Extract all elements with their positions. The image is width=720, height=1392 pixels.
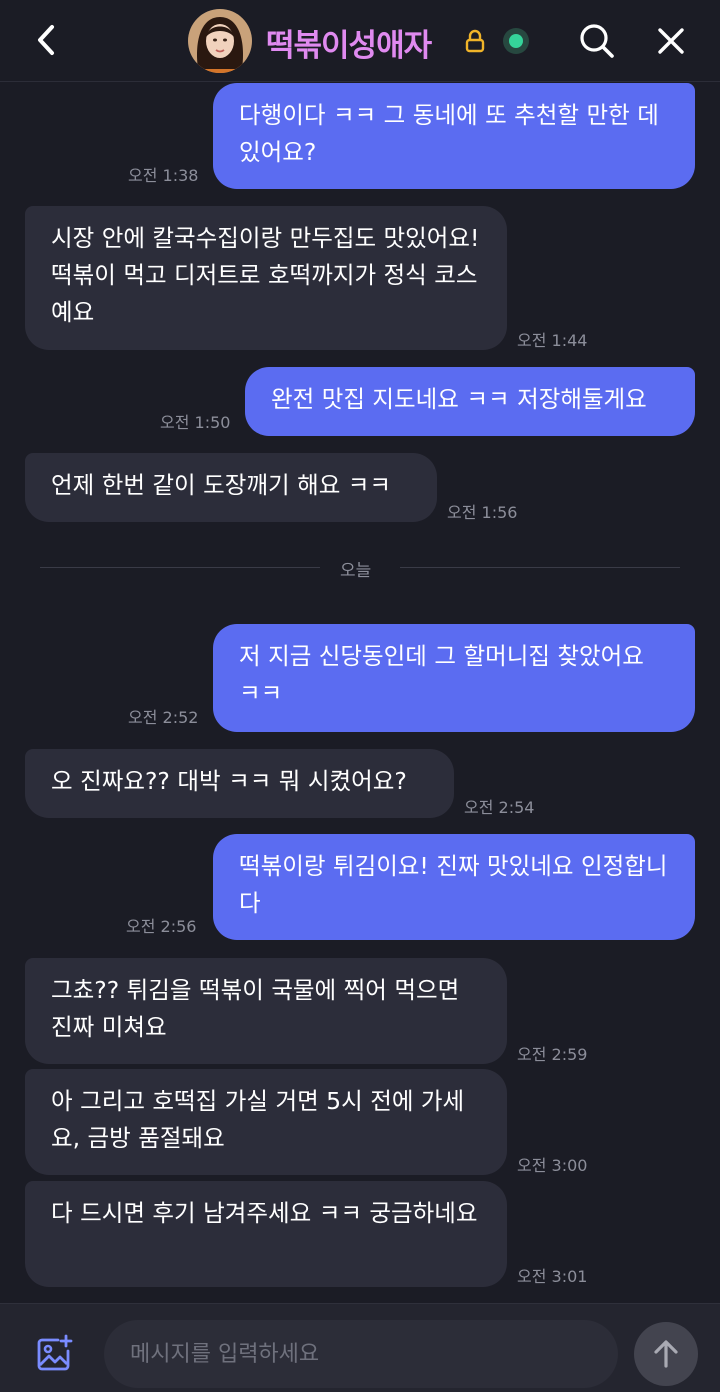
message-input[interactable] xyxy=(104,1320,618,1388)
received-message[interactable]: 오 진짜요?? 대박 ㅋㅋ 뭐 시켰어요? xyxy=(25,749,454,818)
received-message[interactable]: 언제 한번 같이 도장깨기 해요 ㅋㅋ xyxy=(25,453,437,522)
online-status-icon xyxy=(503,28,529,54)
add-photo-button[interactable] xyxy=(34,1334,74,1374)
received-message[interactable]: 다 드시면 후기 남겨주세요 ㅋㅋ 궁금하네요 xyxy=(25,1181,507,1287)
date-divider-line xyxy=(400,567,680,568)
date-divider-label: 오늘 xyxy=(340,561,372,581)
received-message[interactable]: 그쵸?? 튀김을 떡볶이 국물에 찍어 먹으면 진짜 미쳐요 xyxy=(25,958,507,1064)
message-time: 오전 3:00 xyxy=(517,1156,588,1175)
message-time: 오전 2:52 xyxy=(128,708,199,727)
back-arrow-icon xyxy=(38,25,54,55)
close-button[interactable] xyxy=(654,24,688,58)
add-photo-icon xyxy=(37,1334,73,1371)
sent-message[interactable]: 다행이다 ㅋㅋ 그 동네에 또 추천할 만한 데 있어요? xyxy=(213,83,695,189)
send-arrow-icon xyxy=(654,1340,678,1368)
received-message[interactable]: 시장 안에 칼국수집이랑 만두집도 맛있어요! 떡볶이 먹고 디저트로 호떡까지… xyxy=(25,206,507,350)
chat-title[interactable]: 떡볶이성애자 xyxy=(266,20,432,65)
message-time: 오전 2:59 xyxy=(517,1045,588,1064)
sent-message[interactable]: 완전 맛집 지도네요 ㅋㅋ 저장해둘게요 xyxy=(245,367,695,436)
avatar[interactable] xyxy=(188,9,252,73)
message-time: 오전 3:01 xyxy=(517,1267,588,1286)
received-message[interactable]: 아 그리고 호떡집 가실 거면 5시 전에 가세요, 금방 품절돼요 xyxy=(25,1069,507,1175)
search-icon xyxy=(580,24,614,58)
chat-header: 떡볶이성애자 xyxy=(0,0,720,82)
back-button[interactable] xyxy=(28,22,64,58)
date-divider-line xyxy=(40,567,320,568)
sent-message[interactable]: 저 지금 신당동인데 그 할머니집 찾았어요 ㅋㅋ xyxy=(213,624,695,732)
close-icon xyxy=(658,28,684,54)
message-time: 오전 1:38 xyxy=(128,166,199,185)
message-time: 오전 2:54 xyxy=(464,798,535,817)
message-time: 오전 2:56 xyxy=(126,917,197,936)
sent-message[interactable]: 떡볶이랑 튀김이요! 진짜 맛있네요 인정합니다 xyxy=(213,834,695,940)
send-button[interactable] xyxy=(634,1322,698,1386)
message-time: 오전 1:44 xyxy=(517,331,588,350)
message-composer xyxy=(0,1303,720,1392)
search-button[interactable] xyxy=(578,22,616,60)
lock-icon xyxy=(465,29,485,53)
message-time: 오전 1:50 xyxy=(160,413,231,432)
message-time: 오전 1:56 xyxy=(447,503,518,522)
